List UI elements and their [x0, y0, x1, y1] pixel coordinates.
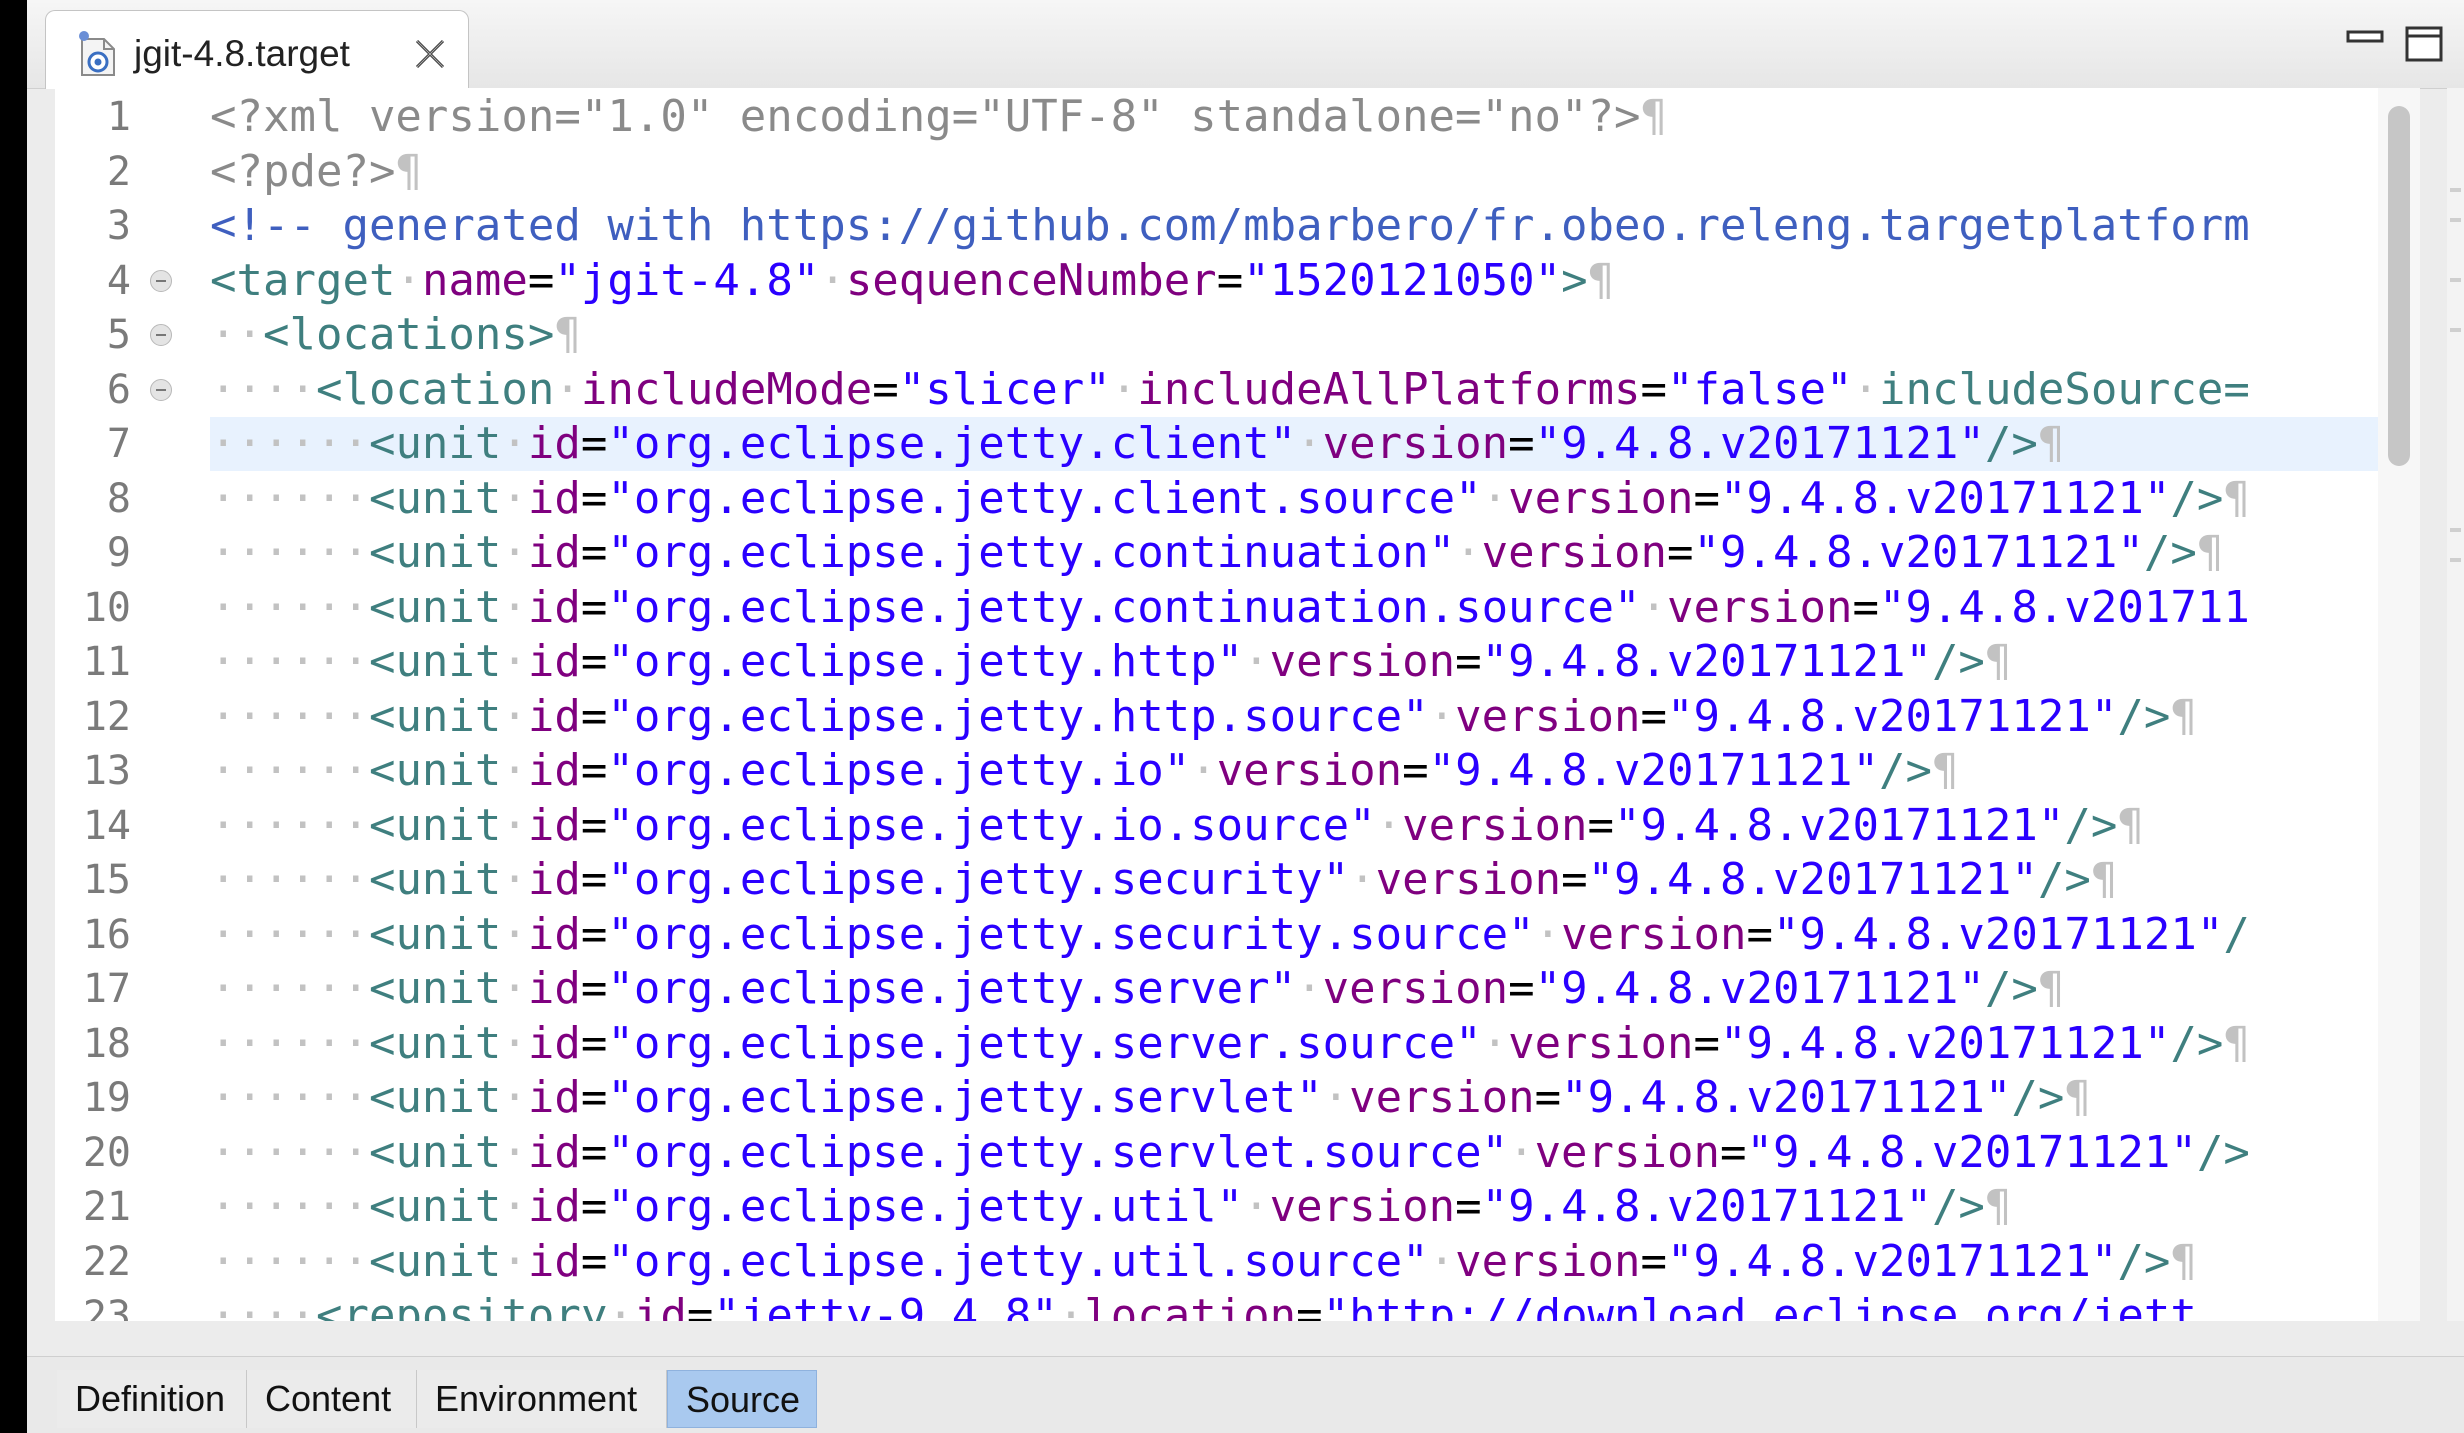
line-number: 22 — [82, 1238, 131, 1285]
code-line[interactable]: ······<unit·id="org.eclipse.jetty.server… — [210, 1017, 2250, 1071]
tab-content[interactable]: Content — [247, 1370, 417, 1428]
code-line[interactable]: <?pde?>¶ — [210, 145, 422, 199]
ruler-mark — [2450, 528, 2461, 532]
code-line[interactable]: ······<unit·id="org.eclipse.jetty.http.s… — [210, 690, 2197, 744]
ruler-mark — [2450, 558, 2461, 562]
vertical-scroll-thumb[interactable] — [2388, 106, 2410, 466]
code-line[interactable]: ······<unit·id="org.eclipse.jetty.contin… — [210, 581, 2250, 635]
fold-toggle-icon[interactable] — [150, 269, 172, 292]
ruler-mark — [2450, 328, 2461, 332]
line-number: 11 — [82, 639, 131, 685]
line-number: 13 — [82, 748, 131, 794]
minimize-icon[interactable] — [2344, 22, 2388, 66]
line-number: 3 — [106, 203, 131, 249]
ruler-mark — [2450, 218, 2461, 222]
ruler-mark — [2450, 188, 2461, 192]
line-number: 23 — [82, 1293, 131, 1321]
code-line[interactable]: ······<unit·id="org.eclipse.jetty.util.s… — [210, 1235, 2197, 1289]
code-line[interactable]: ······<unit·id="org.eclipse.jetty.http"·… — [210, 635, 2011, 689]
line-number: 15 — [82, 857, 131, 903]
vertical-scrollbar[interactable] — [2378, 88, 2420, 1321]
tab-source[interactable]: Source — [667, 1370, 817, 1428]
code-area[interactable]: <?xml version="1.0" encoding="UTF-8" sta… — [210, 88, 2410, 1321]
line-number: 12 — [82, 693, 131, 740]
code-line[interactable]: ······<unit·id="org.eclipse.jetty.client… — [210, 417, 2064, 471]
line-number: 14 — [82, 802, 131, 849]
code-line[interactable]: ······<unit·id="org.eclipse.jetty.server… — [210, 962, 2064, 1016]
editor-window: jgit-4.8.target 1 2 3 4 5 6 7 8 9 10 11 12 13 14 15 16 1… — [27, 0, 2464, 1433]
line-number: 8 — [106, 475, 131, 522]
overview-ruler[interactable] — [2447, 88, 2464, 1321]
line-number-gutter: 1 2 3 4 5 6 7 8 9 10 11 12 13 14 15 16 17 18 19 20 21 22 23 — [55, 88, 179, 1321]
editor-page-tabs: Definition Content Environment Source — [27, 1356, 2464, 1433]
line-number: 6 — [106, 366, 131, 413]
line-number: 7 — [106, 421, 131, 467]
code-line[interactable]: ······<unit·id="org.eclipse.jetty.securi… — [210, 853, 2117, 907]
line-number: 4 — [106, 257, 131, 304]
fold-toggle-icon[interactable] — [150, 378, 172, 401]
code-line[interactable]: ······<unit·id="org.eclipse.jetty.io.sou… — [210, 799, 2144, 853]
editor-tab-bar: jgit-4.8.target — [27, 0, 2464, 89]
code-line[interactable]: ······<unit·id="org.eclipse.jetty.servle… — [210, 1126, 2250, 1180]
line-number: 21 — [82, 1184, 131, 1230]
line-number: 17 — [82, 966, 131, 1012]
line-number: 5 — [106, 312, 131, 358]
fold-toggle-icon[interactable] — [150, 324, 172, 346]
close-icon[interactable] — [412, 36, 448, 72]
editor-tab[interactable]: jgit-4.8.target — [45, 10, 469, 89]
code-line[interactable]: <!-- generated with https://github.com/m… — [210, 199, 2250, 253]
code-line[interactable]: ······<unit·id="org.eclipse.jetty.util"·… — [210, 1180, 2011, 1234]
line-number: 10 — [82, 584, 131, 631]
code-line[interactable]: ····<repository·id="jetty-9.4.8"·locatio… — [210, 1289, 2197, 1321]
line-number: 16 — [82, 911, 131, 958]
tab-environment[interactable]: Environment — [417, 1370, 667, 1428]
code-line[interactable]: ······<unit·id="org.eclipse.jetty.client… — [210, 472, 2250, 526]
code-line[interactable]: <target·name="jgit-4.8"·sequenceNumber="… — [210, 254, 1614, 308]
line-number: 20 — [82, 1129, 131, 1176]
source-editor[interactable]: 1 2 3 4 5 6 7 8 9 10 11 12 13 14 15 16 17 18 19 20 21 22 23 <?… — [55, 88, 2420, 1321]
maximize-icon[interactable] — [2403, 22, 2447, 66]
code-line[interactable]: ····<location·includeMode="slicer"·inclu… — [210, 363, 2250, 417]
line-number: 1 — [106, 94, 131, 140]
code-line[interactable]: ······<unit·id="org.eclipse.jetty.servle… — [210, 1071, 2091, 1125]
code-line[interactable]: ··<locations>¶ — [210, 308, 581, 362]
target-file-icon — [79, 31, 115, 76]
tab-title: jgit-4.8.target — [134, 33, 350, 74]
line-number: 19 — [82, 1075, 131, 1121]
code-line[interactable]: <?xml version="1.0" encoding="UTF-8" sta… — [210, 90, 1667, 144]
ruler-mark — [2450, 278, 2461, 282]
line-number: 2 — [106, 148, 131, 195]
code-line[interactable]: ······<unit·id="org.eclipse.jetty.securi… — [210, 908, 2250, 962]
code-line[interactable]: ······<unit·id="org.eclipse.jetty.io"·ve… — [210, 744, 1958, 798]
code-line[interactable]: ······<unit·id="org.eclipse.jetty.contin… — [210, 526, 2223, 580]
tab-definition[interactable]: Definition — [57, 1370, 247, 1428]
line-number: 9 — [106, 530, 131, 576]
line-number: 18 — [82, 1020, 131, 1067]
